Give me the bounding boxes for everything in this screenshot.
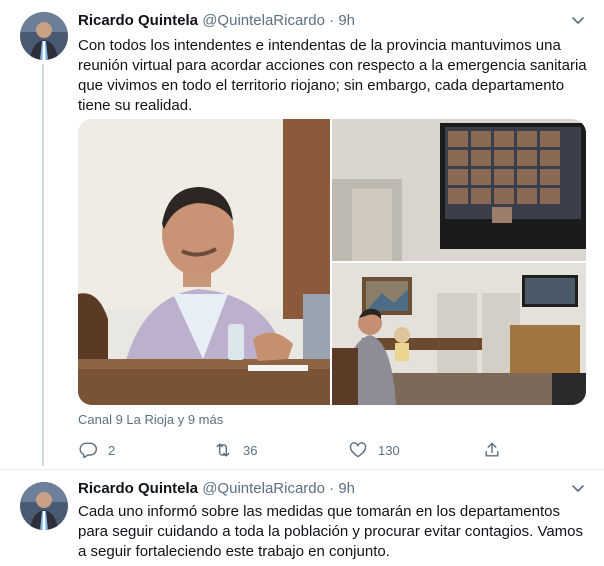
reply-count: 2	[108, 442, 116, 458]
tweet-actions: 2 36 130	[78, 438, 518, 462]
tweet-header: Ricardo Quintela @QuintelaRicardo · 9h	[78, 480, 355, 498]
author-name[interactable]: Ricardo Quintela	[78, 480, 198, 497]
chevron-down-icon[interactable]	[570, 12, 586, 28]
tweet[interactable]: Ricardo Quintela @QuintelaRicardo · 9h C…	[0, 470, 604, 566]
media-grid	[78, 119, 586, 405]
share-icon	[485, 442, 499, 457]
like-icon	[349, 442, 367, 458]
chevron-down-icon[interactable]	[570, 480, 586, 496]
retweet-icon	[216, 443, 230, 457]
tweet-header: Ricardo Quintela @QuintelaRicardo · 9h	[78, 12, 355, 30]
separator: ·	[329, 12, 335, 29]
share-button[interactable]	[482, 438, 512, 462]
separator: ·	[329, 480, 335, 497]
avatar[interactable]	[20, 12, 68, 60]
reply-button[interactable]: 2	[78, 438, 115, 462]
avatar[interactable]	[20, 482, 68, 530]
photo-governor-at-desk[interactable]	[78, 119, 330, 405]
retweet-count: 36	[243, 442, 258, 458]
photo-meeting-room[interactable]	[332, 263, 586, 405]
tweet-text: Con todos los intendentes e intendentas …	[78, 37, 587, 114]
photo-video-call-screen[interactable]	[332, 119, 586, 261]
author-handle[interactable]: @QuintelaRicardo	[202, 480, 325, 497]
tweet[interactable]: Ricardo Quintela @QuintelaRicardo · 9h C…	[0, 0, 604, 470]
media-tags[interactable]: Canal 9 La Rioja y 9 más	[78, 412, 223, 428]
timestamp[interactable]: 9h	[338, 12, 355, 29]
thread-line	[42, 64, 44, 466]
like-button[interactable]: 130	[348, 438, 400, 462]
timestamp[interactable]: 9h	[338, 480, 355, 497]
author-name[interactable]: Ricardo Quintela	[78, 12, 198, 29]
retweet-button[interactable]: 36	[213, 438, 257, 462]
tweet-text: Cada uno informó sobre las medidas que t…	[78, 503, 584, 560]
author-handle[interactable]: @QuintelaRicardo	[202, 12, 325, 29]
like-count: 130	[378, 442, 400, 458]
reply-icon	[79, 442, 98, 459]
